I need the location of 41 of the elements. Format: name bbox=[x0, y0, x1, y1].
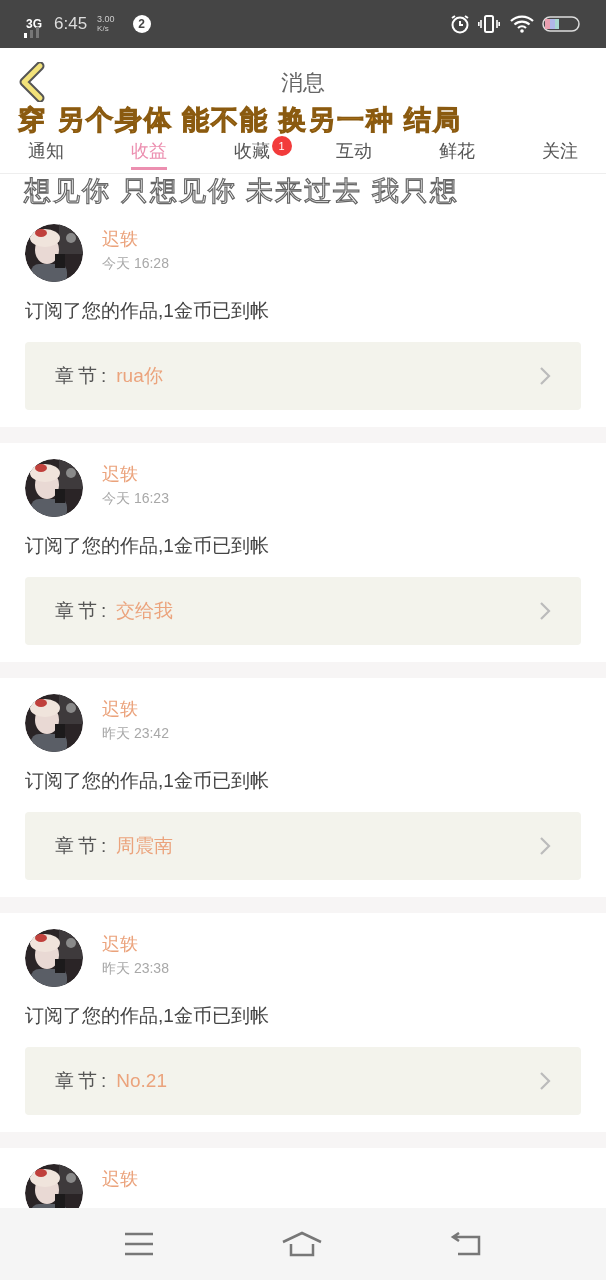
message-text: 订阅了您的作品,1金币已到帐 bbox=[25, 769, 270, 793]
message-text: 订阅了您的作品,1金币已到帐 bbox=[25, 1004, 270, 1028]
user-name: 迟轶 bbox=[102, 698, 139, 721]
tab[interactable]: 关注 bbox=[542, 136, 578, 170]
chevron-right-icon bbox=[539, 601, 551, 621]
wifi-icon bbox=[510, 15, 534, 33]
floating-lyric: 想见你 只想见你 未来过去 我只想 bbox=[24, 175, 459, 207]
chapter-link[interactable]: 章节: No.21 bbox=[25, 1047, 581, 1115]
page-title: 消息 bbox=[281, 68, 325, 97]
chapter-link[interactable]: 章节: rua你 bbox=[25, 342, 581, 410]
menu-icon[interactable] bbox=[124, 1232, 154, 1256]
speed-value: 3.00 bbox=[97, 14, 115, 24]
floating-lyric: 穿 另个身体 能不能 换另一种 结局 bbox=[18, 104, 462, 136]
message-text: 订阅了您的作品,1金币已到帐 bbox=[25, 299, 270, 323]
home-icon[interactable] bbox=[282, 1231, 322, 1257]
timestamp: 今天 16:28 bbox=[102, 254, 169, 273]
user-name: 迟轶 bbox=[102, 463, 139, 486]
chapter-link[interactable]: 章节: 交给我 bbox=[25, 577, 581, 645]
unread-badge: 1 bbox=[271, 136, 292, 156]
tab[interactable]: 互动 bbox=[336, 136, 373, 170]
timestamp: 昨天 23:38 bbox=[102, 959, 169, 978]
user-name: 迟轶 bbox=[102, 1168, 138, 1191]
alarm-icon bbox=[450, 14, 470, 34]
notification-count: 2 bbox=[132, 15, 151, 33]
chapter-link[interactable]: 章节: 周震南 bbox=[25, 812, 581, 880]
chevron-right-icon bbox=[539, 366, 551, 386]
network-type: 3G bbox=[26, 16, 42, 33]
tab[interactable]: 通知 bbox=[28, 136, 64, 170]
message-text: 订阅了您的作品,1金币已到帐 bbox=[25, 534, 270, 558]
vibrate-icon bbox=[478, 14, 500, 34]
timestamp: 昨天 23:42 bbox=[102, 724, 169, 743]
chevron-right-icon bbox=[539, 1071, 551, 1091]
battery-icon bbox=[542, 16, 580, 32]
chevron-right-icon bbox=[539, 836, 551, 856]
user-name: 迟轶 bbox=[102, 228, 139, 251]
user-name: 迟轶 bbox=[102, 933, 139, 956]
timestamp: 今天 16:23 bbox=[102, 489, 169, 508]
speed-unit: K/s bbox=[97, 24, 110, 34]
back-icon[interactable] bbox=[450, 1232, 482, 1256]
tab[interactable]: 鲜花 bbox=[439, 136, 476, 170]
clock: 6:45 bbox=[54, 13, 88, 36]
